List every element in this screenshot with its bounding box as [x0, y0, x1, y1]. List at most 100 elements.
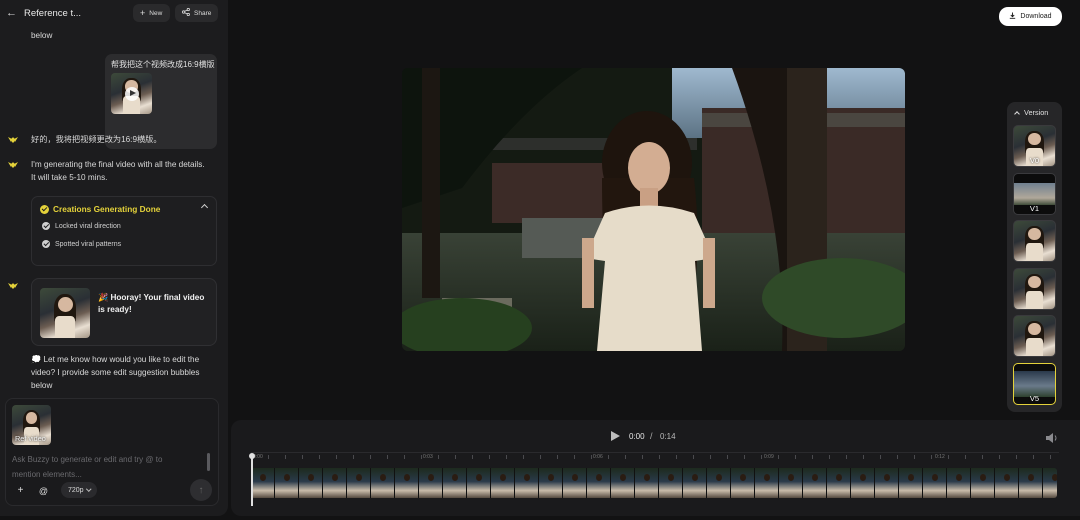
back-arrow-icon[interactable]: ←: [6, 7, 18, 19]
ruler-label: 0:03: [423, 454, 433, 460]
ruler-tick: [829, 455, 830, 459]
ruler-tick: [863, 455, 864, 459]
filmstrip-frame: [995, 468, 1019, 498]
play-button[interactable]: [609, 430, 621, 443]
ruler-tick: [1050, 455, 1051, 459]
ruler-tick: [982, 455, 983, 459]
version-item-v1[interactable]: V1: [1013, 173, 1056, 215]
ruler-tick: [387, 455, 388, 459]
ruler-tick: [999, 455, 1000, 459]
filmstrip-frame: [395, 468, 419, 498]
chat-messages[interactable]: below 帮我把这个视频改成16:9横版 好的，我将把视频更改为16:9横版。…: [0, 26, 228, 396]
user-message-text: 帮我把这个视频改成16:9横版: [111, 60, 215, 69]
filmstrip-frame: [515, 468, 539, 498]
new-button[interactable]: + New: [133, 4, 170, 22]
ruler-tick: [778, 455, 779, 459]
ruler-tick: [336, 455, 337, 459]
ruler-tick: [693, 455, 694, 459]
ruler-tick: [931, 455, 932, 459]
video-preview[interactable]: [402, 68, 905, 351]
filmstrip[interactable]: [251, 468, 1057, 498]
prompt-input[interactable]: Ask Buzzy to generate or edit and try @ …: [12, 452, 192, 482]
input-scrollbar[interactable]: [207, 453, 210, 471]
uploaded-video-thumbnail[interactable]: [111, 73, 152, 114]
volume-icon[interactable]: [1045, 431, 1059, 443]
ruler-tick: [302, 455, 303, 459]
version-toggle[interactable]: Version: [1014, 108, 1048, 117]
ruler-tick: [285, 455, 286, 459]
filmstrip-frame: [251, 468, 275, 498]
ruler-tick: [404, 455, 405, 459]
generation-status-card[interactable]: Creations Generating Done Locked viral d…: [31, 196, 217, 266]
ruler-tick: [268, 455, 269, 459]
filmstrip-frame: [443, 468, 467, 498]
timeline-ruler[interactable]: 0:00 0:03 0:06 0:09 0:12: [251, 452, 1059, 464]
ruler-tick: [1033, 455, 1034, 459]
ruler-label: 0:06: [593, 454, 603, 460]
ruler-tick: [421, 455, 422, 459]
ruler-tick: [761, 455, 762, 459]
status-item: Spotted viral patterns: [42, 240, 121, 248]
video-frame-image: [402, 68, 905, 351]
version-panel: Version V0 V1 V5: [1007, 102, 1062, 412]
ruler-tick: [370, 455, 371, 459]
share-icon: [181, 7, 190, 18]
ruler-tick: [744, 455, 745, 459]
ruler-tick: [965, 455, 966, 459]
plus-icon: +: [17, 485, 24, 496]
total-time: 0:14: [660, 432, 676, 441]
mention-button[interactable]: @: [35, 482, 52, 499]
filmstrip-frame: [875, 468, 899, 498]
ruler-tick: [574, 455, 575, 459]
ruler-tick: [642, 455, 643, 459]
add-attachment-button[interactable]: +: [12, 482, 29, 499]
chevron-up-icon: [1014, 110, 1020, 117]
filmstrip-frame: [299, 468, 323, 498]
check-icon: [42, 240, 50, 248]
check-icon: [42, 222, 50, 230]
filmstrip-frame: [779, 468, 803, 498]
chevron-up-icon[interactable]: [200, 203, 209, 212]
send-button[interactable]: ↑: [190, 479, 212, 501]
final-video-thumbnail[interactable]: [40, 288, 90, 338]
final-video-card[interactable]: 🎉 Hooray! Your final video is ready!: [31, 278, 217, 346]
filmstrip-frame: [947, 468, 971, 498]
download-button[interactable]: Download: [999, 7, 1062, 26]
bot-reply-1: 好的，我将把视频更改为16:9横版。: [31, 135, 162, 144]
share-button[interactable]: Share: [175, 4, 218, 22]
status-item: Locked viral direction: [42, 222, 121, 230]
version-item-v2[interactable]: [1013, 220, 1056, 262]
version-item-v5[interactable]: V5: [1013, 363, 1056, 405]
ref-video-label: Ref video: [15, 434, 46, 443]
filmstrip-frame: [851, 468, 875, 498]
filmstrip-frame: [347, 468, 371, 498]
app-root: ← Reference t... + New Share below 帮我把这个…: [0, 0, 1080, 520]
bee-icon: [7, 136, 19, 144]
time-separator: /: [650, 431, 653, 441]
ruler-tick: [880, 455, 881, 459]
download-button-label: Download: [1020, 13, 1052, 20]
bot-reply-2: I'm generating the final video with all …: [31, 160, 205, 182]
ruler-tick: [455, 455, 456, 459]
playhead[interactable]: [249, 453, 254, 506]
edit-prompt-message: 💭 Let me know how would you like to edit…: [31, 355, 200, 390]
version-item-v4[interactable]: [1013, 315, 1056, 357]
ruler-tick: [489, 455, 490, 459]
filmstrip-frame: [611, 468, 635, 498]
resolution-select[interactable]: 720p: [61, 482, 97, 498]
filmstrip-frame: [827, 468, 851, 498]
ruler-tick: [897, 455, 898, 459]
ruler-tick: [812, 455, 813, 459]
ruler-tick: [540, 455, 541, 459]
ruler-tick: [608, 455, 609, 459]
ruler-tick: [710, 455, 711, 459]
share-button-label: Share: [194, 9, 212, 17]
filmstrip-frame: [635, 468, 659, 498]
download-icon: [1009, 12, 1016, 21]
ruler-tick: [625, 455, 626, 459]
version-item-v0[interactable]: V0: [1013, 125, 1056, 167]
ruler-tick: [659, 455, 660, 459]
version-item-v3[interactable]: [1013, 268, 1056, 310]
ruler-tick: [557, 455, 558, 459]
play-icon: [124, 86, 139, 101]
